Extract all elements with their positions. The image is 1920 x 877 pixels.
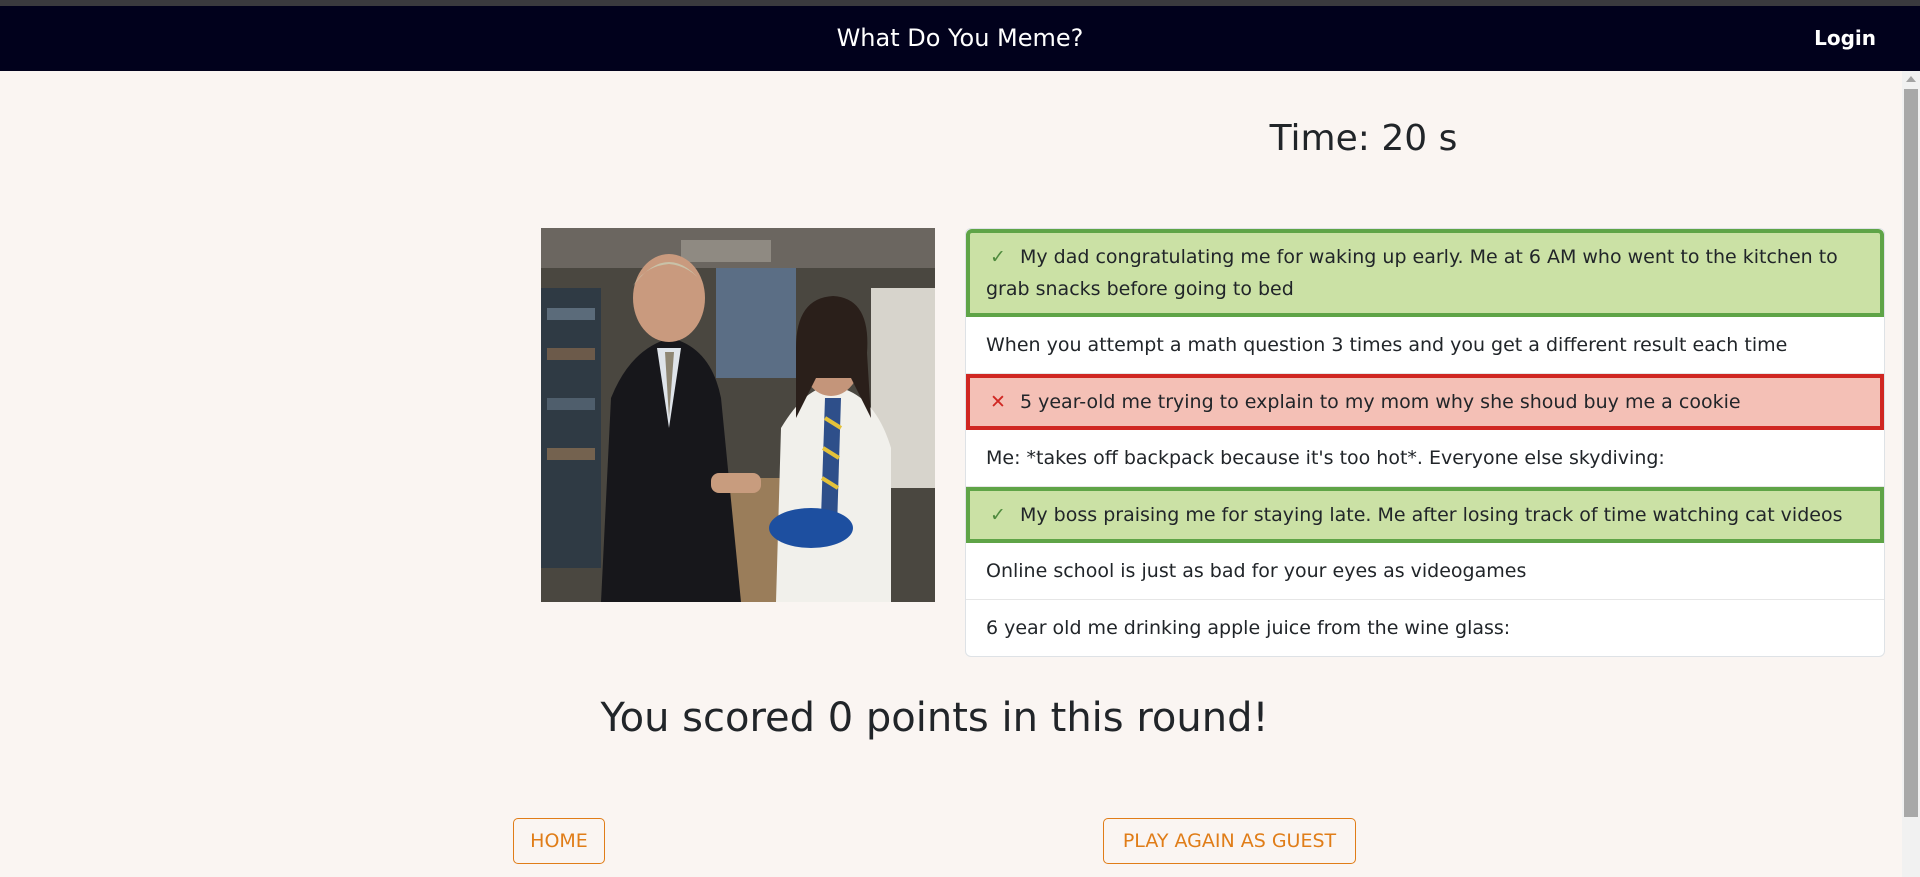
page-scrollbar[interactable] — [1902, 71, 1920, 877]
caption-text: My boss praising me for staying late. Me… — [1020, 504, 1843, 526]
scrollbar-thumb[interactable] — [1904, 89, 1918, 817]
caption-option-6[interactable]: Online school is just as bad for your ey… — [966, 543, 1884, 600]
timer-display: Time: 20 s — [1269, 118, 1458, 159]
check-icon: ✓ — [990, 246, 1006, 268]
meme-illustration — [541, 228, 935, 602]
caption-option-5[interactable]: ✓ My boss praising me for staying late. M… — [966, 487, 1884, 543]
app-title[interactable]: What Do You Meme? — [0, 6, 1920, 71]
navbar: What Do You Meme? Login — [0, 6, 1920, 71]
login-link[interactable]: Login — [1814, 6, 1876, 71]
play-again-guest-button[interactable]: PLAY AGAIN AS GUEST — [1103, 818, 1356, 864]
caption-text: 5 year-old me trying to explain to my mo… — [1020, 391, 1741, 413]
home-button[interactable]: HOME — [513, 818, 605, 864]
round-score-message: You scored 0 points in this round! — [600, 695, 1269, 741]
caption-option-3[interactable]: ✕ 5 year-old me trying to explain to my m… — [966, 374, 1884, 430]
caption-option-1[interactable]: ✓ My dad congratulating me for waking up … — [966, 229, 1884, 317]
caption-text: My dad congratulating me for waking up e… — [986, 246, 1838, 300]
caption-option-7[interactable]: 6 year old me drinking apple juice from … — [966, 600, 1884, 656]
caption-text: Online school is just as bad for your ey… — [986, 560, 1527, 582]
caption-option-4[interactable]: Me: *takes off backpack because it's too… — [966, 430, 1884, 487]
caption-list: ✓ My dad congratulating me for waking up … — [965, 228, 1885, 657]
caption-text: When you attempt a math question 3 times… — [986, 334, 1788, 356]
check-icon: ✓ — [990, 504, 1006, 526]
cross-icon: ✕ — [990, 391, 1006, 413]
meme-image — [541, 228, 935, 602]
caption-text: 6 year old me drinking apple juice from … — [986, 617, 1511, 639]
caption-text: Me: *takes off backpack because it's too… — [986, 447, 1665, 469]
caption-option-2[interactable]: When you attempt a math question 3 times… — [966, 317, 1884, 374]
scroll-up-icon[interactable] — [1906, 76, 1916, 82]
